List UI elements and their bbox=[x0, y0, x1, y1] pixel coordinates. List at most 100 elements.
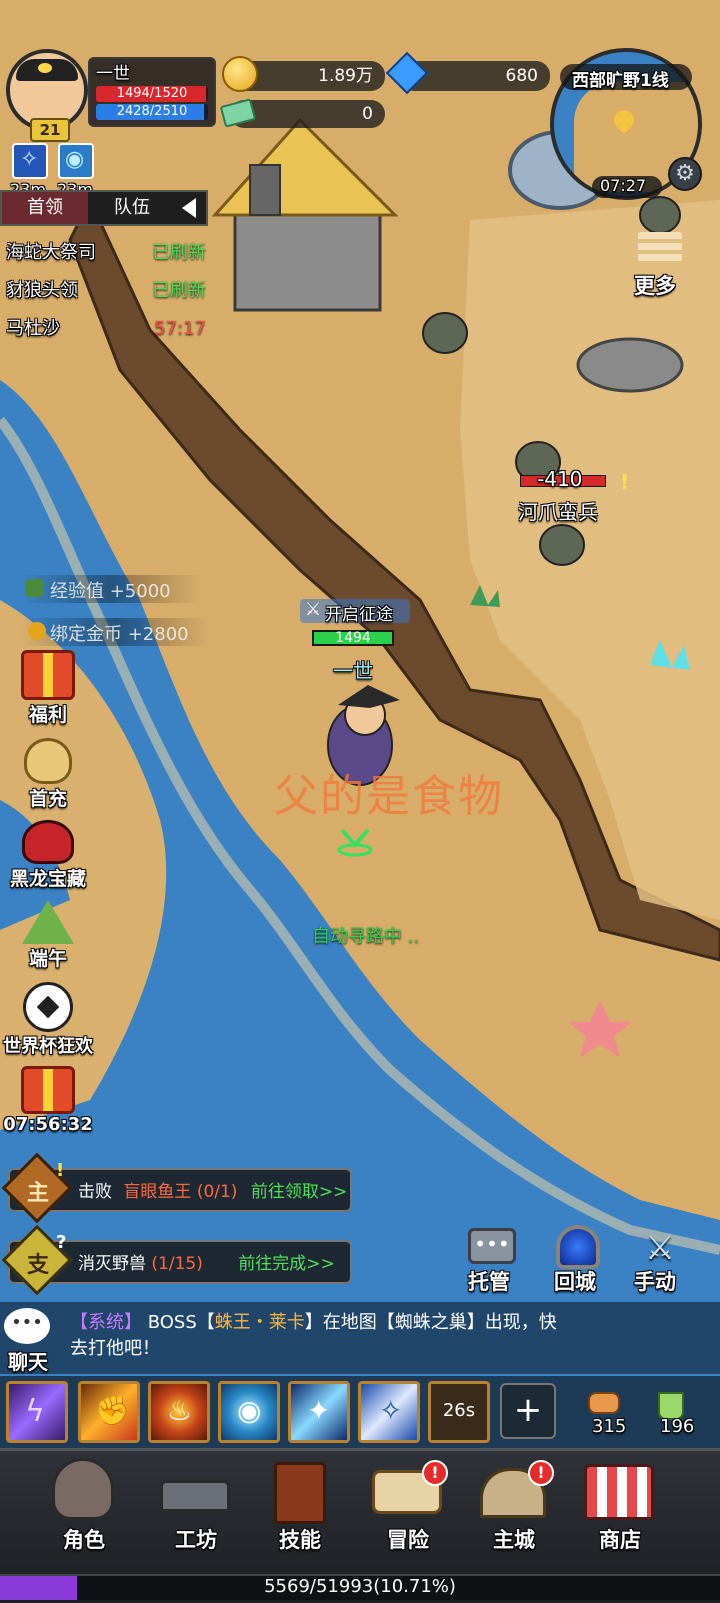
gift-box-icon bbox=[21, 1066, 75, 1114]
quest-action-link[interactable]: 前往领取>> bbox=[251, 1182, 348, 1202]
player-panel[interactable]: 21 一世 1494/1520 2428/2510 bbox=[4, 45, 216, 142]
zone-name: 西部旷野1线 bbox=[572, 71, 669, 91]
eye-buff-icon: ◉ bbox=[65, 147, 85, 172]
dragon-boat-button[interactable]: 端午 bbox=[0, 900, 96, 971]
quest-progress: (1/15) bbox=[151, 1254, 203, 1274]
collapse-arrow-icon[interactable] bbox=[182, 198, 196, 218]
spellbook-icon bbox=[274, 1462, 326, 1524]
buff-1[interactable]: ✧ bbox=[12, 143, 48, 179]
rice-dumpling-icon bbox=[22, 900, 74, 944]
nav-main-city-label: 主城 bbox=[493, 1528, 535, 1552]
player-level-badge: 21 bbox=[30, 118, 70, 142]
boss-link[interactable]: 蛛王・莱卡 bbox=[215, 1312, 305, 1333]
nav-skills-label: 技能 bbox=[279, 1528, 321, 1552]
ice-slash-skill-icon: ✦ bbox=[307, 1394, 331, 1427]
boss-name: 豺狼头领 bbox=[6, 280, 78, 301]
timed-gift-button[interactable]: 07:56:32 bbox=[0, 1066, 96, 1135]
cooldown-timer: 26s bbox=[442, 1400, 476, 1421]
gold-reward-text: 绑定金币 +2800 bbox=[50, 624, 189, 645]
player-name: 一世 bbox=[96, 64, 130, 84]
welfare-button[interactable]: 福利 bbox=[0, 650, 96, 727]
skill-slot-eye[interactable]: ◉ bbox=[218, 1381, 280, 1443]
money-bag-icon bbox=[24, 738, 72, 784]
hp-bar: 1494/1520 bbox=[96, 86, 208, 102]
bread-count: 315 bbox=[592, 1416, 627, 1437]
hero-hp-bar: 1494 bbox=[312, 630, 394, 646]
exp-reward-text: 经验值 +5000 bbox=[50, 581, 171, 602]
main-quest-badge-text: 主 bbox=[27, 1181, 50, 1206]
auto-path-status: 自动寻路中 .. bbox=[312, 926, 420, 947]
skill-slot-feather[interactable]: ✧ bbox=[358, 1381, 420, 1443]
question-mark-icon: ? bbox=[56, 1232, 67, 1253]
nav-shop-label: 商店 bbox=[599, 1528, 641, 1552]
crossed-swords-icon: ⚔ bbox=[644, 1228, 676, 1268]
boss-list: 海蛇大祭司 已刷新 豺狼头领 已刷新 马杜沙 57:17 bbox=[0, 234, 210, 348]
settings-button[interactable]: ⚙ bbox=[668, 157, 702, 191]
gem-amount: 680 bbox=[505, 66, 538, 86]
overlay-caption: 父的是食物 bbox=[274, 771, 504, 822]
nav-skills[interactable]: 技能 bbox=[250, 1450, 350, 1560]
skill-slot-fire-fist[interactable]: ✊ bbox=[78, 1381, 140, 1443]
boss-status: 已刷新 bbox=[152, 280, 206, 301]
timed-gift-countdown: 07:56:32 bbox=[3, 1114, 93, 1135]
quest-action-link[interactable]: 前往完成>> bbox=[238, 1254, 335, 1274]
tab-leader[interactable]: 首领 bbox=[2, 192, 88, 224]
lightning-skill-icon: ϟ bbox=[25, 1394, 45, 1429]
skill-slot-flame[interactable]: ♨ bbox=[148, 1381, 210, 1443]
hooded-character-icon bbox=[52, 1458, 114, 1520]
message-text-1: BOSS【 bbox=[147, 1312, 215, 1333]
game-clock: 07:27 bbox=[600, 176, 647, 195]
skill-slot-ice-slash[interactable]: ✦ bbox=[288, 1381, 350, 1443]
tab-team[interactable]: 队伍 bbox=[92, 192, 172, 224]
shop-stall-icon bbox=[584, 1464, 654, 1520]
add-skill-button[interactable]: + bbox=[500, 1383, 556, 1439]
nav-main-city[interactable]: ! 主城 bbox=[464, 1450, 564, 1560]
world-cup-button[interactable]: 世界杯狂欢 bbox=[0, 982, 96, 1058]
boss-row[interactable]: 海蛇大祭司 已刷新 bbox=[0, 234, 210, 272]
first-recharge-button[interactable]: 首充 bbox=[0, 738, 96, 811]
black-dragon-treasure-button[interactable]: 黑龙宝藏 bbox=[0, 820, 96, 891]
nav-character[interactable]: 角色 bbox=[34, 1450, 134, 1560]
system-tag: 【系统】 bbox=[70, 1312, 142, 1333]
boss-row[interactable]: 马杜沙 57:17 bbox=[0, 310, 210, 348]
quest-prefix: 击败 bbox=[78, 1182, 112, 1202]
gold-coin-icon bbox=[222, 56, 258, 92]
skill-slot-cooldown[interactable]: 26s bbox=[428, 1381, 490, 1443]
journey-banner-text: 开启征途 bbox=[325, 605, 393, 625]
quest-prefix: 消灭野兽 bbox=[78, 1254, 146, 1274]
mp-bar: 2428/2510 bbox=[96, 104, 208, 120]
notification-badge: ! bbox=[528, 1460, 554, 1486]
menu-lines-icon bbox=[638, 232, 682, 262]
feather-skill-icon: ✧ bbox=[379, 1394, 403, 1427]
coin-icon bbox=[28, 622, 46, 640]
nav-shop[interactable]: 商店 bbox=[570, 1450, 670, 1560]
drink-count: 196 bbox=[660, 1416, 695, 1437]
fire-fist-skill-icon: ✊ bbox=[95, 1394, 130, 1427]
enemy-name: 河爪蛮兵 bbox=[518, 500, 598, 524]
gear-icon: ⚙ bbox=[675, 161, 695, 186]
quest-target: 盲眼鱼王 bbox=[123, 1182, 192, 1202]
mp-text: 2428/2510 bbox=[116, 104, 188, 119]
buff-2[interactable]: ◉ bbox=[58, 143, 94, 179]
welfare-label: 福利 bbox=[28, 704, 67, 726]
nav-character-label: 角色 bbox=[63, 1528, 105, 1552]
exp-reward-icon bbox=[26, 579, 44, 597]
first-recharge-label: 首充 bbox=[28, 788, 67, 810]
chat-label: 聊天 bbox=[8, 1350, 48, 1374]
boss-name: 马杜沙 bbox=[6, 318, 60, 339]
portal-icon bbox=[556, 1225, 600, 1269]
notification-badge: ! bbox=[422, 1460, 448, 1486]
gift-box-icon bbox=[21, 650, 75, 700]
manual-mode-label: 手动 bbox=[634, 1270, 676, 1294]
alert-icon: ! bbox=[620, 470, 630, 494]
anvil-hammer-icon bbox=[160, 1480, 230, 1512]
nav-adventure[interactable]: ! 冒险 bbox=[358, 1450, 458, 1560]
gold-amount: 1.89万 bbox=[318, 66, 373, 86]
nav-workshop[interactable]: 工坊 bbox=[146, 1450, 246, 1560]
black-dragon-treasure-label: 黑龙宝藏 bbox=[9, 868, 86, 890]
quest-progress: (0/1) bbox=[196, 1182, 238, 1202]
quest-alert-icon: ! bbox=[56, 1160, 65, 1181]
side-quest-badge-text: 支 bbox=[27, 1253, 50, 1278]
boss-row[interactable]: 豺狼头领 已刷新 bbox=[0, 272, 210, 310]
skill-slot-lightning[interactable]: ϟ bbox=[6, 1381, 68, 1443]
